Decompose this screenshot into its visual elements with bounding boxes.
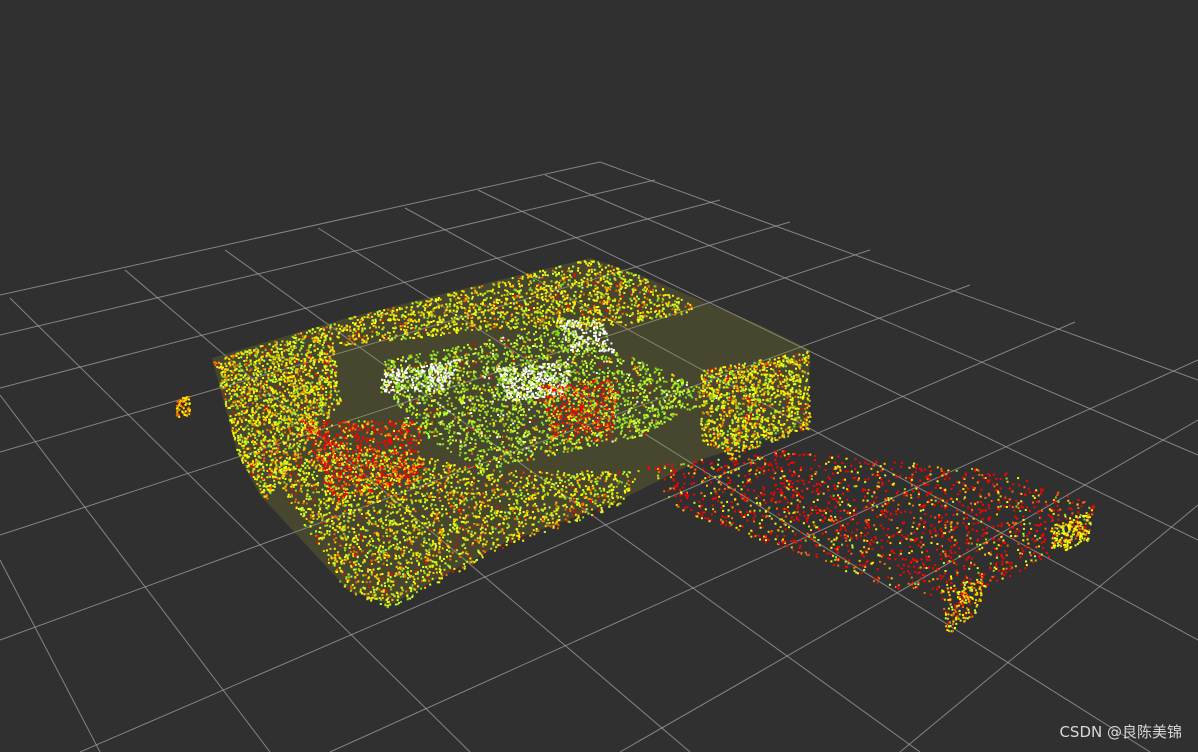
corridor-end-panel	[1050, 509, 1094, 552]
grid-line	[899, 504, 1198, 752]
grid-line	[0, 559, 101, 752]
point-cloud-scene[interactable]	[0, 0, 1198, 752]
grid-line	[0, 161, 601, 296]
stray-fragment	[175, 395, 191, 418]
corridor-points	[647, 450, 1096, 602]
grid-line	[619, 419, 1198, 752]
watermark-text: CSDN @良陈美锦	[1059, 723, 1182, 741]
grid-line	[0, 394, 271, 752]
3d-viewport[interactable]: CSDN @良陈美锦	[0, 0, 1198, 752]
